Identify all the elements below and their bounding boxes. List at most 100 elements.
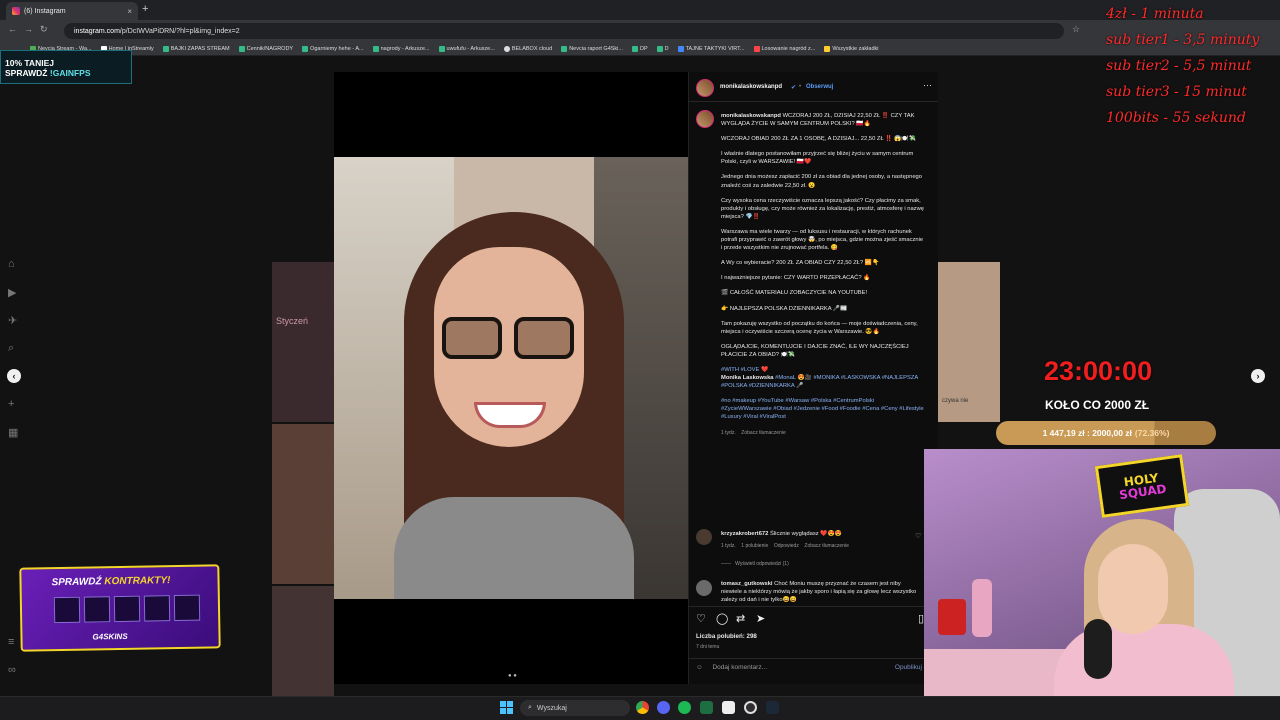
search-icon: ⌕ bbox=[528, 704, 532, 711]
add-comment-input[interactable]: Dodaj komentarz... bbox=[712, 664, 767, 671]
divider bbox=[688, 606, 938, 607]
bookmark-item[interactable]: DP bbox=[631, 45, 648, 52]
spotify-icon[interactable] bbox=[678, 701, 691, 714]
browser-tab-instagram[interactable]: (6) Instagram × bbox=[6, 2, 138, 20]
reply-link[interactable]: Odpowiedz bbox=[774, 543, 799, 549]
like-count[interactable]: Liczba polubień: 298 bbox=[696, 633, 757, 640]
comment: tomasz_gutkowski Choć Moniu muszę przyzn… bbox=[721, 580, 921, 606]
comment-username[interactable]: tomasz_gutkowski bbox=[721, 581, 773, 587]
skin-slot bbox=[173, 594, 201, 622]
comment-text: Ślicznie wyglądasz ❤️😍😍 bbox=[770, 531, 842, 537]
instagram-favicon-icon bbox=[12, 7, 20, 15]
see-translation-link[interactable]: Zobacz tłumaczenie bbox=[804, 543, 848, 549]
home-icon[interactable]: ⌂ bbox=[8, 258, 15, 270]
bookmark-item[interactable]: D bbox=[656, 45, 669, 52]
post-photo[interactable] bbox=[334, 157, 688, 599]
goal-amount: 1 447,19 zł : 2000,00 zł bbox=[1042, 428, 1132, 438]
bookmark-item[interactable]: Wszystkie zakładki bbox=[824, 45, 878, 52]
tab-title: (6) Instagram bbox=[24, 7, 66, 15]
post-caption: monikalaskowskanpd WCZORAJ 200 ZŁ, DZISI… bbox=[721, 112, 926, 518]
hashtag-block[interactable]: #no #makeup #YouTube #Warsaw #Polska #Ce… bbox=[721, 397, 926, 421]
commenter-avatar[interactable] bbox=[696, 529, 712, 545]
caption-hashtags: #WITH #LOVE ❤️ Monika Laskowska #MonaL 😍… bbox=[721, 366, 926, 390]
next-post-arrow[interactable]: › bbox=[1251, 369, 1265, 383]
chrome-icon[interactable] bbox=[636, 701, 649, 714]
donation-price-line: sub tier1 - 3,5 minuty bbox=[1106, 32, 1260, 48]
background-post-card: czywa nie bbox=[938, 262, 1000, 422]
menu-icon[interactable]: ≡ bbox=[8, 636, 14, 648]
goal-percent: (72.36%) bbox=[1134, 428, 1170, 438]
divider bbox=[688, 101, 938, 102]
background-card-text: czywa nie bbox=[942, 398, 969, 404]
comment-like-heart-icon[interactable]: ♡ bbox=[915, 532, 921, 540]
comment-like-count[interactable]: 1 polubienie bbox=[741, 543, 768, 549]
skin-slot bbox=[83, 596, 111, 623]
follow-button[interactable]: Obserwuj bbox=[806, 84, 833, 90]
bookmark-item[interactable]: TAJNE TAKTYKI VIRT... bbox=[677, 45, 745, 52]
hashtag-line[interactable]: #WITH #LOVE ❤️ bbox=[721, 367, 768, 373]
tagged-name: Monika Laskowska bbox=[721, 375, 774, 382]
create-icon[interactable]: + bbox=[8, 398, 14, 410]
caption-avatar[interactable] bbox=[696, 110, 714, 128]
reload-icon[interactable]: ↻ bbox=[40, 24, 48, 35]
donation-price-line: sub tier2 - 5,5 minut bbox=[1106, 58, 1252, 74]
previous-post-arrow[interactable]: ‹ bbox=[7, 369, 21, 383]
comment-meta: 1 tydz. 1 polubienie Odpowiedz Zobacz tł… bbox=[721, 543, 849, 549]
mini-calendar-title: Styczeń bbox=[276, 316, 309, 326]
caption-paragraph: WCZORAJ OBIAD 200 ZŁ ZA 1 OSOBĘ, A DZISI… bbox=[721, 136, 916, 143]
background-post-card bbox=[272, 586, 334, 696]
caption-meta: 1 tydz. Zobacz tłumaczenie bbox=[721, 429, 786, 436]
url-bar[interactable]: instagram.com/p/DcIWVaPiDRN/?hl=pl&img_i… bbox=[64, 23, 1064, 39]
forward-icon[interactable]: → bbox=[24, 24, 33, 34]
comment-bubble-icon[interactable]: ◯ bbox=[716, 612, 728, 625]
reels-icon[interactable]: ▶ bbox=[8, 286, 16, 299]
skin-slot bbox=[113, 595, 141, 623]
bookmark-item[interactable]: BAJKI ZAPAS STREAM bbox=[162, 45, 230, 52]
post-date: 7 dni temu bbox=[696, 644, 720, 650]
discord-icon[interactable] bbox=[657, 701, 670, 714]
windows-start-icon[interactable] bbox=[500, 701, 513, 714]
repost-icon[interactable]: ⇄ bbox=[736, 612, 745, 625]
share-send-icon[interactable]: ➤ bbox=[756, 612, 765, 625]
comment-username[interactable]: krzyzakrobert672 bbox=[721, 531, 768, 537]
messages-icon[interactable]: ✈ bbox=[8, 314, 17, 327]
caption-paragraph: I właśnie dlatego postanowiłam przyjrzeć… bbox=[721, 151, 914, 166]
publish-button[interactable]: Opublikuj bbox=[895, 664, 922, 671]
bookmark-item[interactable]: Ogarniemy hehe - A... bbox=[302, 45, 364, 52]
obs-icon[interactable] bbox=[744, 701, 757, 714]
bookmark-star-icon[interactable]: ☆ bbox=[1072, 24, 1080, 35]
bookmark-item[interactable]: BELABOX cloud bbox=[503, 45, 552, 52]
add-comment-row: ☺ Dodaj komentarz... Opublikuj bbox=[696, 664, 932, 671]
bookmark-item[interactable]: Cennik/NAGRODY bbox=[238, 45, 293, 52]
bookmark-item[interactable]: nagrody - Arkusze... bbox=[372, 45, 430, 52]
comment: krzyzakrobert672 Ślicznie wyglądasz ❤️😍😍 bbox=[721, 530, 921, 538]
back-icon[interactable]: ← bbox=[8, 24, 17, 34]
meta-icon[interactable]: ∞ bbox=[8, 664, 16, 676]
close-tab-icon[interactable]: × bbox=[127, 7, 132, 16]
bookmarks-bar: Nevcia Stream - Wa... Home | inStreamly … bbox=[0, 42, 1280, 56]
notion-icon[interactable] bbox=[722, 701, 735, 714]
bookmark-item[interactable]: Losowanie nagród z... bbox=[753, 45, 815, 52]
caption-author[interactable]: monikalaskowskanpd bbox=[721, 113, 781, 119]
verified-badge-icon: ✔ bbox=[791, 85, 797, 91]
steam-icon[interactable] bbox=[766, 701, 779, 714]
caption-paragraph: Jednego dnia możesz zapłacić 200 zł za o… bbox=[721, 174, 922, 189]
excel-icon[interactable] bbox=[700, 701, 713, 714]
emoji-icon[interactable]: ☺ bbox=[696, 664, 703, 671]
search-icon[interactable]: ⌕ bbox=[8, 342, 14, 355]
bookmark-item[interactable]: Nevcia raport G4Ski... bbox=[561, 45, 623, 52]
commenter-avatar[interactable] bbox=[696, 580, 712, 596]
divider bbox=[688, 658, 938, 659]
more-options-icon[interactable]: ⋯ bbox=[923, 80, 932, 91]
new-tab-icon[interactable]: + bbox=[142, 3, 148, 15]
author-username[interactable]: monikalaskowskanpd bbox=[720, 84, 782, 90]
author-avatar[interactable] bbox=[696, 79, 714, 97]
bookmark-item[interactable]: uwufufu - Arkusze... bbox=[438, 45, 495, 52]
taskbar-search[interactable]: ⌕ Wyszukaj bbox=[520, 700, 630, 716]
separator-dot: • bbox=[799, 84, 802, 90]
see-translation-link[interactable]: Zobacz tłumaczenie bbox=[741, 430, 785, 436]
view-replies-link[interactable]: —— Wyświetl odpowiedzi (1) bbox=[721, 561, 789, 567]
caption-paragraph: Warszawa ma wiele twarzy — od luksusu i … bbox=[721, 228, 924, 252]
dashboard-icon[interactable]: ▦ bbox=[8, 426, 18, 439]
like-heart-icon[interactable]: ♡ bbox=[696, 612, 706, 625]
